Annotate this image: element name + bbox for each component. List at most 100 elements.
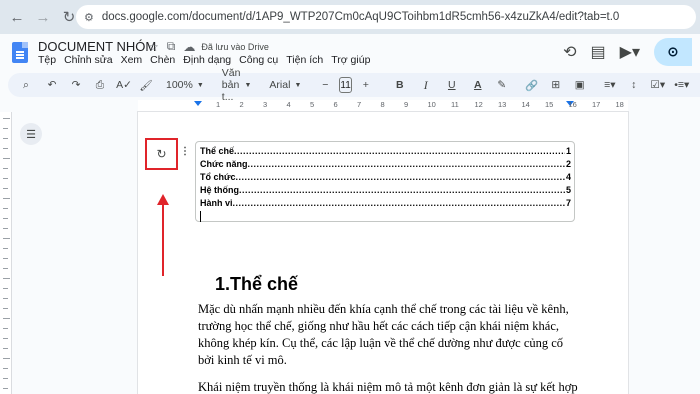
ruler-tick <box>3 298 8 299</box>
document-title[interactable]: DOCUMENT NHÓM <box>38 39 156 54</box>
spellcheck-icon[interactable]: A✓ <box>114 75 134 95</box>
refresh-icon: ↻ <box>156 147 167 161</box>
bold-button[interactable]: B <box>390 75 410 95</box>
ruler-number: 5 <box>310 100 315 109</box>
annotation-arrow-line <box>162 204 164 276</box>
italic-button[interactable]: I <box>416 75 436 95</box>
toc-entry-page: 1 <box>565 146 571 156</box>
document-outline-button[interactable]: ☰ <box>20 123 42 145</box>
toc-entry[interactable]: Hành vi ................................… <box>200 197 571 210</box>
ruler-tick <box>3 308 8 309</box>
checklist-icon[interactable]: ☑▾ <box>648 75 668 95</box>
ruler-number: 8 <box>380 100 385 109</box>
zoom-value: 100% <box>166 79 193 91</box>
decrease-font-size-icon[interactable]: − <box>315 75 335 95</box>
font-select[interactable]: Arial ▼ <box>265 79 305 91</box>
menu-extensions[interactable]: Tiện ích <box>286 54 323 66</box>
left-indent-marker[interactable] <box>194 101 202 106</box>
ruler-tick <box>3 128 8 129</box>
ruler-tick <box>3 208 8 209</box>
font-size-input[interactable]: 11 <box>339 77 352 93</box>
menu-tools[interactable]: Công cụ <box>239 54 278 66</box>
docs-header: DOCUMENT NHÓM ☆ ⧉ ☁ Đã lưu vào Drive Tệp… <box>0 34 700 70</box>
insert-image-icon[interactable]: ▣ <box>570 75 590 95</box>
menu-help[interactable]: Trợ giúp <box>331 54 370 66</box>
ruler-tick <box>3 148 8 149</box>
redo-icon[interactable]: ↷ <box>66 75 86 95</box>
ruler-number: 16 <box>568 100 577 109</box>
comment-icon[interactable]: ▤ <box>591 42 606 62</box>
address-bar[interactable]: ⚙ docs.google.com/document/d/1AP9_WTP207… <box>76 5 696 29</box>
share-button[interactable]: ⊙ <box>654 38 692 66</box>
zoom-select[interactable]: 100% ▼ <box>162 79 208 91</box>
menu-file[interactable]: Tệp <box>38 54 56 66</box>
search-menus-icon[interactable]: ⌕ <box>16 75 36 95</box>
toc-more-options-icon[interactable]: ⋮ <box>180 146 190 157</box>
ruler-tick <box>3 278 10 279</box>
toc-leader: ........................................… <box>247 159 565 169</box>
menu-format[interactable]: Định dạng <box>183 54 231 66</box>
back-icon[interactable]: ← <box>4 4 30 30</box>
toc-leader: ........................................… <box>232 198 565 208</box>
undo-icon[interactable]: ↶ <box>42 75 62 95</box>
toc-entry-page: 2 <box>565 159 571 169</box>
ruler-tick <box>3 348 8 349</box>
toc-leader: ........................................… <box>239 185 565 195</box>
history-icon[interactable]: ⟲ <box>563 42 576 62</box>
title-actions: ☆ ⧉ ☁ Đã lưu vào Drive <box>148 39 269 54</box>
print-icon[interactable]: ⎙ <box>90 75 110 95</box>
bulleted-list-icon[interactable]: •≡▾ <box>672 75 692 95</box>
vertical-ruler[interactable] <box>0 112 12 394</box>
star-icon[interactable]: ☆ <box>148 40 159 54</box>
site-info-icon[interactable]: ⚙ <box>84 11 94 24</box>
chevron-down-icon: ▼ <box>244 81 252 89</box>
meet-icon[interactable]: ▶▾ <box>620 42 640 62</box>
toc-entry-label: Hệ thống <box>200 185 239 195</box>
menu-view[interactable]: Xem <box>121 54 143 66</box>
more-options-icon[interactable]: ⋮ <box>696 75 700 95</box>
align-icon[interactable]: ≡▾ <box>600 75 620 95</box>
toc-entry-page: 5 <box>565 185 571 195</box>
menu-edit[interactable]: Chỉnh sửa <box>64 54 112 66</box>
highlight-icon[interactable]: ✎ <box>492 75 512 95</box>
toc-entry[interactable]: Chức năng ..............................… <box>200 158 571 171</box>
style-select[interactable]: Văn bản t... ▼ <box>218 67 256 103</box>
ruler-tick <box>3 228 8 229</box>
section-heading: 1.Thể chế <box>215 274 299 294</box>
cloud-saved-icon[interactable]: ☁ <box>183 40 195 54</box>
toc-entry-page: 7 <box>565 198 571 208</box>
header-actions: ⟲ ▤ ▶▾ ⊙ <box>563 38 700 66</box>
ruler-tick <box>3 318 10 319</box>
text-color-button[interactable]: A <box>468 75 488 95</box>
insert-link-icon[interactable]: 🔗 <box>522 75 542 95</box>
menu-insert[interactable]: Chèn <box>150 54 175 66</box>
ruler-tick <box>3 248 8 249</box>
ruler-tick <box>3 188 8 189</box>
font-value: Arial <box>269 79 291 91</box>
update-toc-button[interactable]: ↻ <box>145 138 178 170</box>
toc-entry[interactable]: Tổ chức ................................… <box>200 171 571 184</box>
horizontal-ruler[interactable]: 1 2 3 4 5 6 7 8 9 10 11 12 13 14 15 16 17 18 <box>138 100 628 112</box>
forward-icon[interactable]: → <box>30 4 56 30</box>
paint-format-icon[interactable]: 🖌 <box>136 75 156 95</box>
underline-button[interactable]: U <box>442 75 462 95</box>
body-paragraph: Mặc dù nhấn mạnh nhiều đến khía cạnh thể… <box>198 302 569 367</box>
body-paragraph: Khái niệm truyền thống là khái niệm mô t… <box>198 380 578 394</box>
ruler-number: 7 <box>357 100 362 109</box>
docs-logo-icon[interactable] <box>12 42 28 63</box>
table-of-contents[interactable]: Thể chế ................................… <box>195 141 575 222</box>
ruler-tick <box>3 258 8 259</box>
saved-status: Đã lưu vào Drive <box>201 41 269 52</box>
ruler-tick <box>3 118 10 119</box>
toc-entry-label: Hành vi <box>200 198 233 208</box>
toc-entry[interactable]: Thể chế ................................… <box>200 145 571 158</box>
move-folder-icon[interactable]: ⧉ <box>167 39 176 54</box>
increase-font-size-icon[interactable]: + <box>356 75 376 95</box>
ruler-number: 13 <box>498 100 507 109</box>
add-comment-icon[interactable]: ⊞ <box>546 75 566 95</box>
line-spacing-icon[interactable]: ↕ <box>624 75 644 95</box>
ruler-number: 9 <box>404 100 409 109</box>
toc-entry[interactable]: Hệ thống ...............................… <box>200 184 571 197</box>
ruler-number: 17 <box>592 100 601 109</box>
ruler-tick <box>3 328 8 329</box>
